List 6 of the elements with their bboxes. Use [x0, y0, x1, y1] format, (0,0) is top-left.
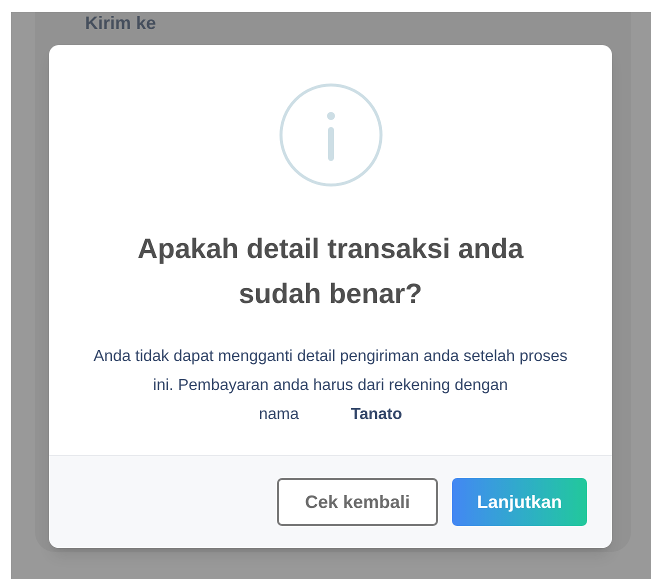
dialog-message: Anda tidak dapat mengganti detail pengiriman anda setelah proses ini. Pembayaran anda harus dari rekening dengan nama Tanato — [92, 347, 569, 425]
back-button[interactable]: Cek kembali — [277, 478, 438, 526]
section-heading: Kirim ke — [85, 14, 158, 32]
dialog-title: Apakah detail transaksi anda sudah benar? — [136, 232, 525, 311]
continue-button[interactable]: Lanjutkan — [452, 478, 587, 526]
info-icon — [278, 82, 384, 188]
